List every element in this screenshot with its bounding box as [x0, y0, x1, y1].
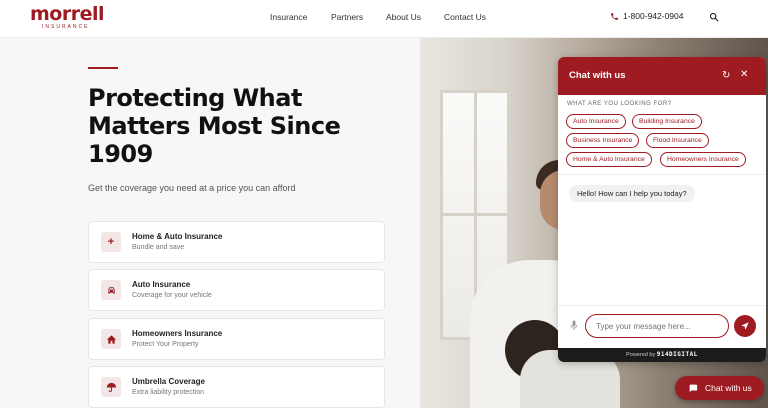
bot-message: Hello! How can I help you today?: [569, 185, 695, 202]
launcher-label: Chat with us: [705, 383, 752, 393]
chat-header: Chat with us ↻ ✕: [558, 57, 766, 95]
card-title: Auto Insurance: [132, 280, 191, 289]
search-icon[interactable]: [709, 12, 719, 22]
close-icon[interactable]: ✕: [740, 69, 748, 80]
card-home-auto[interactable]: + Home & Auto Insurance Bundle and save: [88, 221, 385, 263]
phone-link[interactable]: 1-800-942-0904: [610, 11, 684, 21]
logo-text: morrell: [30, 3, 105, 25]
chip-building-insurance[interactable]: Building Insurance: [632, 114, 702, 129]
chat-title: Chat with us: [569, 70, 626, 81]
house-icon: [101, 329, 121, 349]
chip-auto-insurance[interactable]: Auto Insurance: [566, 114, 626, 129]
card-umbrella[interactable]: Umbrella Coverage Extra liability protec…: [88, 366, 385, 408]
card-title: Umbrella Coverage: [132, 377, 205, 386]
card-title: Home & Auto Insurance: [132, 232, 223, 241]
nav-insurance[interactable]: Insurance: [270, 12, 307, 22]
accent-line: [88, 67, 118, 69]
chat-divider: [558, 174, 766, 175]
chat-footer: Powered by 914DIGITAL: [558, 348, 766, 362]
chat-widget: Chat with us ↻ ✕ WHAT ARE YOU LOOKING FO…: [558, 57, 766, 362]
nav-about-us[interactable]: About Us: [386, 12, 421, 22]
nav-contact-us[interactable]: Contact Us: [444, 12, 486, 22]
phone-icon: [611, 12, 618, 20]
chip-flood-insurance[interactable]: Flood Insurance: [646, 133, 709, 148]
card-subtitle: Extra liability protection: [132, 389, 204, 396]
nav-partners[interactable]: Partners: [331, 12, 363, 22]
send-button[interactable]: [734, 315, 756, 337]
chat-launcher-button[interactable]: Chat with us: [675, 376, 764, 400]
plus-icon: +: [101, 232, 121, 252]
chip-homeowners-insurance[interactable]: Homeowners Insurance: [660, 152, 746, 167]
chat-bubble-icon: [689, 384, 698, 393]
card-subtitle: Bundle and save: [132, 244, 185, 251]
powered-by-label: Powered by: [626, 352, 656, 358]
chip-business-insurance[interactable]: Business Insurance: [566, 133, 640, 148]
chip-home-auto-insurance[interactable]: Home & Auto Insurance: [566, 152, 652, 167]
powered-by-brand: 914DIGITAL: [656, 351, 698, 358]
site-header: morrell INSURANCE Insurance Partners Abo…: [0, 0, 768, 38]
send-icon: [741, 322, 749, 330]
message-input[interactable]: [585, 314, 729, 338]
refresh-icon[interactable]: ↻: [722, 70, 730, 81]
umbrella-icon: [101, 377, 121, 397]
hero-headline: Protecting What Matters Most Since 1909: [88, 84, 341, 168]
card-homeowners[interactable]: Homeowners Insurance Protect Your Proper…: [88, 318, 385, 360]
card-subtitle: Coverage for your vehicle: [132, 292, 212, 299]
card-auto[interactable]: Auto Insurance Coverage for your vehicle: [88, 269, 385, 311]
card-title: Homeowners Insurance: [132, 329, 223, 338]
chat-input-row: [558, 305, 766, 345]
hero-subhead: Get the coverage you need at a price you…: [88, 183, 296, 193]
phone-number: 1-800-942-0904: [623, 11, 684, 21]
morrell-logo[interactable]: morrell INSURANCE: [30, 3, 105, 30]
card-subtitle: Protect Your Property: [132, 341, 199, 348]
car-icon: [101, 280, 121, 300]
chat-prompt: WHAT ARE YOU LOOKING FOR?: [567, 101, 672, 107]
microphone-icon[interactable]: [570, 320, 578, 331]
